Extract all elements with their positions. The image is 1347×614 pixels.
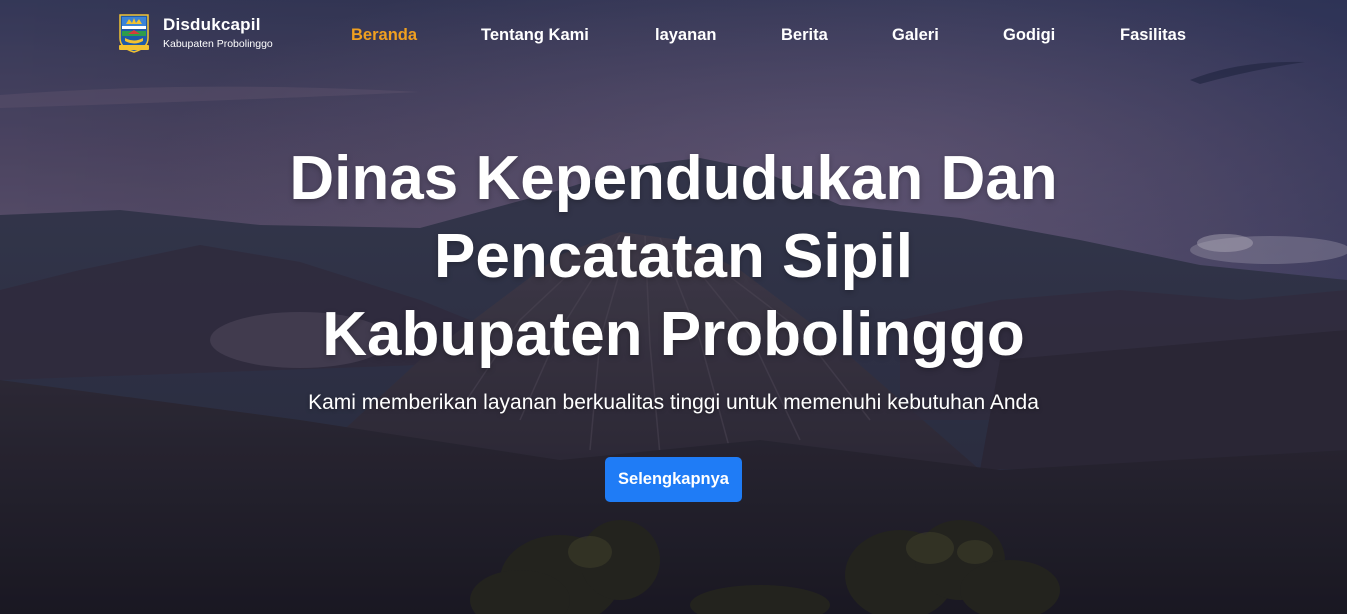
top-navbar: Disdukcapil Kabupaten Probolinggo Berand…	[0, 0, 1347, 70]
hero-section: Dinas Kependudukan Dan Pencatatan Sipil …	[0, 140, 1347, 502]
hero-title: Dinas Kependudukan Dan Pencatatan Sipil …	[224, 140, 1124, 374]
nav-link-fasilitas[interactable]: Fasilitas	[1120, 24, 1186, 46]
nav-link-galeri[interactable]: Galeri	[892, 24, 939, 46]
nav-link-layanan[interactable]: layanan	[655, 24, 716, 46]
nav-link-beranda[interactable]: Beranda	[351, 24, 417, 46]
hero-title-line-2: Pencatatan Sipil	[434, 222, 913, 291]
hero-subtitle: Kami memberikan layanan berkualitas ting…	[308, 391, 1039, 414]
nav-link-berita[interactable]: Berita	[781, 24, 828, 46]
selengkapnya-button[interactable]: Selengkapnya	[605, 457, 742, 502]
nav-link-tentang-kami[interactable]: Tentang Kami	[481, 24, 589, 46]
hero-title-line-3: Kabupaten Probolinggo	[322, 300, 1025, 369]
hero-title-line-1: Dinas Kependudukan Dan	[289, 144, 1058, 213]
main-navigation: Beranda Tentang Kami layanan Berita Gale…	[0, 24, 1347, 46]
nav-link-godigi[interactable]: Godigi	[1003, 24, 1055, 46]
